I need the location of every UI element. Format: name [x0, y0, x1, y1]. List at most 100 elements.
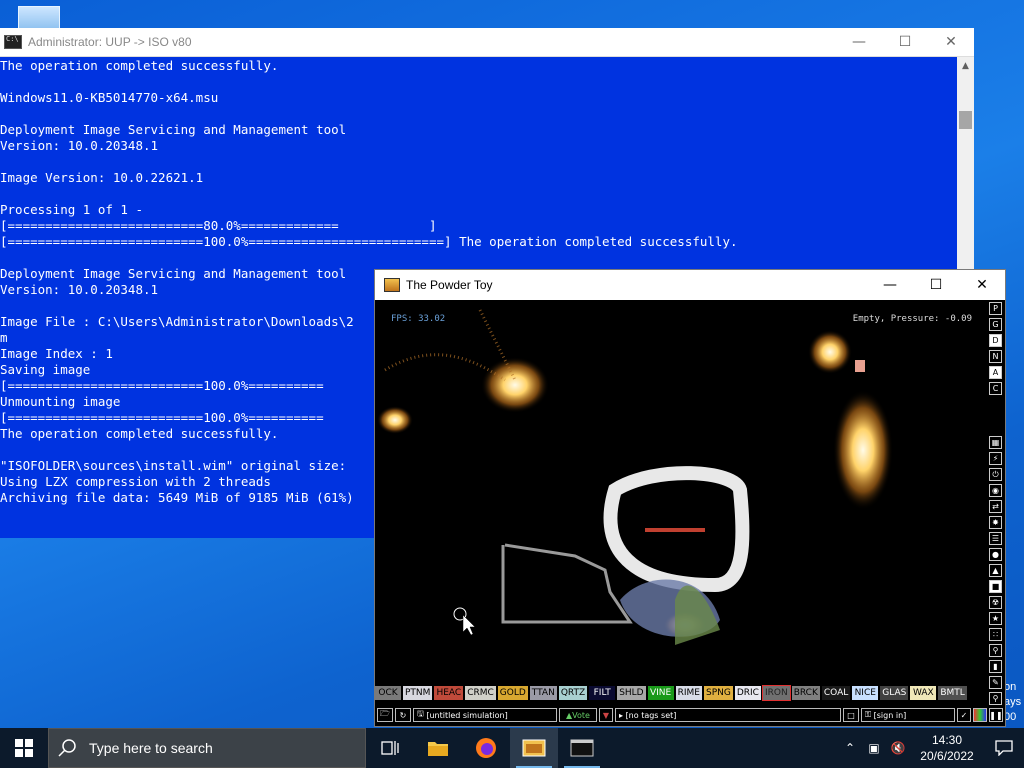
element-button-crmc[interactable]: CRMC — [465, 686, 496, 700]
powder-toy-titlebar[interactable]: The Powder Toy — ☐ ✕ — [375, 270, 1005, 300]
task-view-icon — [381, 741, 399, 755]
renderer-icon[interactable] — [973, 708, 987, 722]
close-button[interactable]: ✕ — [959, 270, 1005, 300]
pause-icon[interactable]: ❚❚ — [989, 708, 1003, 722]
element-button-gold[interactable]: GOLD — [497, 686, 528, 700]
notification-icon — [995, 740, 1013, 756]
ambient-heat-button[interactable]: A — [989, 366, 1002, 379]
console-button[interactable]: C — [989, 382, 1002, 395]
clock-time: 14:30 — [931, 733, 963, 747]
scroll-up-arrow-icon[interactable]: ▲ — [957, 57, 974, 74]
desktop-icon-recycle-bin[interactable] — [18, 6, 60, 30]
watermark-line: 00 — [1004, 711, 1017, 723]
start-button[interactable] — [0, 728, 48, 768]
close-button[interactable]: ✕ — [928, 28, 974, 56]
sensors-category-icon[interactable]: ◉ — [989, 484, 1002, 497]
element-button-nice[interactable]: NICE — [852, 686, 879, 700]
minimize-button[interactable]: — — [836, 28, 882, 56]
taskbar-firefox[interactable] — [462, 728, 510, 768]
scroll-thumb[interactable] — [959, 111, 972, 129]
action-center-button[interactable] — [984, 728, 1024, 768]
reload-icon[interactable]: ↻ — [395, 708, 411, 722]
taskbar-search-box[interactable]: Type here to search — [48, 728, 366, 768]
powders-category-icon[interactable]: ▲ — [989, 564, 1002, 577]
tools-category-icon[interactable]: ⚲ — [989, 644, 1002, 657]
console-taskbar-icon — [570, 739, 594, 757]
vote-up-button[interactable]: ▲ Vote — [559, 708, 597, 722]
console-titlebar[interactable]: Administrator: UUP -> ISO v80 — ☐ ✕ — [0, 28, 974, 57]
gravity-button[interactable]: G — [989, 318, 1002, 331]
electronics-category-icon[interactable]: ⚡ — [989, 452, 1002, 465]
maximize-button[interactable]: ☐ — [882, 28, 928, 56]
volume-muted-icon[interactable]: 🔇 — [886, 728, 910, 768]
show-hidden-icons-chevron-icon[interactable]: ⌃ — [838, 728, 862, 768]
clock[interactable]: 14:30 20/6/2022 — [910, 732, 984, 764]
element-button-ttan[interactable]: TTAN — [529, 686, 557, 700]
wall-structure — [501, 360, 865, 645]
special-category-icon[interactable]: ★ — [989, 612, 1002, 625]
watermark-line: ays — [1004, 696, 1022, 708]
element-button-spng[interactable]: SPNG — [703, 686, 733, 700]
solids-category-icon[interactable]: ■ — [989, 580, 1002, 593]
search-elements-icon[interactable]: ⚲ — [989, 692, 1002, 705]
taskbar-command-prompt[interactable] — [558, 728, 606, 768]
force-category-icon[interactable]: ⇄ — [989, 500, 1002, 513]
vote-down-button[interactable]: ▼ — [599, 708, 613, 722]
powered-category-icon[interactable]: ⏻ — [989, 468, 1002, 481]
favorites-category-icon[interactable]: ▮ — [989, 660, 1002, 673]
save-toolbar: 🗁 ↻ 🖫 [untitled simulation] ▲ Vote ▼ ▸ [n… — [375, 706, 1005, 724]
clock-date: 20/6/2022 — [920, 749, 974, 763]
element-button-bmtl[interactable]: BMTL — [938, 686, 967, 700]
element-button-vine[interactable]: VINE — [647, 686, 674, 700]
console-title: Administrator: UUP -> ISO v80 — [28, 35, 192, 49]
element-button-filt[interactable]: FILT — [589, 686, 616, 700]
explosives-category-icon[interactable]: ✸ — [989, 516, 1002, 529]
firefox-icon — [476, 738, 496, 758]
element-button-shld[interactable]: SHLD — [617, 686, 646, 700]
stamp-icon[interactable]: ✎ — [989, 676, 1002, 689]
task-view-button[interactable] — [366, 728, 414, 768]
element-button-iron[interactable]: IRON — [761, 685, 791, 701]
maximize-button[interactable]: ☐ — [913, 270, 959, 300]
element-button-dric[interactable]: DRIC — [734, 686, 761, 700]
open-save-icon[interactable]: 🗁 — [377, 708, 393, 722]
element-toolbar: OCK PTNM HEAC CRMC GOLD TTAN QRTZ FILT SHLD VINE R… — [375, 684, 986, 702]
system-tray: ⌃ ▣ 🔇 14:30 20/6/2022 — [838, 728, 1024, 768]
element-button-ptnm[interactable]: PTNM — [403, 686, 433, 700]
pause-menu-button[interactable]: P — [989, 302, 1002, 315]
save-simulation-button[interactable]: 🖫 [untitled simulation] — [413, 708, 557, 722]
key-icon: ⚿ — [865, 710, 874, 719]
liquids-category-icon[interactable]: ● — [989, 548, 1002, 561]
minimize-button[interactable]: — — [867, 270, 913, 300]
sign-in-button[interactable]: ⚿ [sign in] — [861, 708, 955, 722]
newtonian-gravity-button[interactable]: N — [989, 350, 1002, 363]
element-button-coal[interactable]: COAL — [821, 686, 851, 700]
radioactive-category-icon[interactable]: ☢ — [989, 596, 1002, 609]
taskbar: Type here to search ⌃ ▣ 🔇 14:30 20/6/202… — [0, 728, 1024, 768]
game-of-life-category-icon[interactable]: ∷ — [989, 628, 1002, 641]
decoration-button[interactable]: D — [989, 334, 1002, 347]
simulation-canvas[interactable]: FPS: 33.02 Empty, Pressure: -0.09 — [375, 300, 986, 683]
element-button-glas[interactable]: GLAS — [880, 686, 909, 700]
element-button-heac[interactable]: HEAC — [434, 686, 464, 700]
settings-icon[interactable]: ✓ — [957, 708, 971, 722]
element-button-ock[interactable]: OCK — [375, 686, 401, 700]
element-button-wax[interactable]: WAX — [910, 686, 937, 700]
walls-category-icon[interactable]: ▦ — [989, 436, 1002, 449]
taskbar-file-explorer[interactable] — [414, 728, 462, 768]
element-button-brck[interactable]: BRCK — [791, 686, 820, 700]
network-icon[interactable]: ▣ — [862, 728, 886, 768]
taskbar-powder-toy[interactable] — [510, 728, 558, 768]
pressure-readout: Empty, Pressure: -0.09 — [852, 314, 972, 324]
element-button-qrtz[interactable]: QRTZ — [558, 686, 588, 700]
fps-counter: FPS: 33.02 — [391, 314, 446, 324]
tags-field[interactable]: ▸ [no tags set] — [615, 708, 841, 722]
gases-category-icon[interactable]: ☰ — [989, 532, 1002, 545]
element-button-rime[interactable]: RIME — [675, 686, 702, 700]
windows-logo-icon — [15, 739, 33, 757]
folder-icon — [428, 742, 448, 756]
save-icon: 🖫 — [417, 709, 427, 718]
console-app-icon — [4, 35, 22, 49]
watermark-line: on — [1004, 681, 1017, 693]
new-simulation-icon[interactable]: □ — [843, 708, 859, 722]
